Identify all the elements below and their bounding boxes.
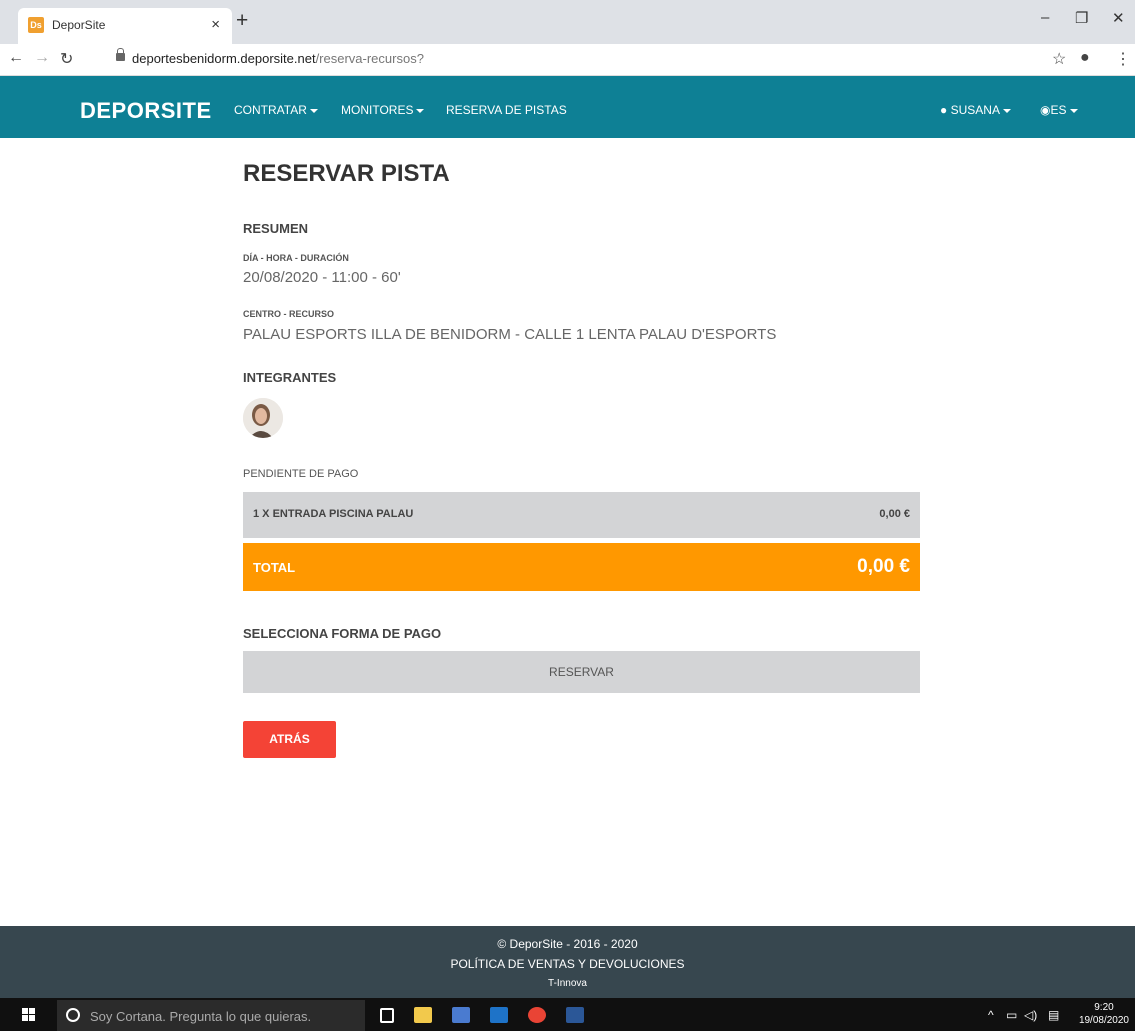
total-row: TOTAL 0,00 € xyxy=(243,543,920,591)
close-window-icon[interactable]: ✕ xyxy=(1112,9,1125,27)
network-icon[interactable]: ▭ xyxy=(1006,1008,1017,1022)
task-view-icon[interactable] xyxy=(380,1008,394,1023)
tab-title: DeporSite xyxy=(52,18,106,32)
line-item-label: 1 X ENTRADA PISCINA PALAU xyxy=(253,508,414,520)
chevron-down-icon xyxy=(309,108,318,113)
cortana-icon xyxy=(66,1008,80,1022)
tab-close-icon[interactable]: × xyxy=(211,16,220,33)
restore-icon[interactable]: ❐ xyxy=(1075,9,1088,27)
clock-date: 19/08/2020 xyxy=(1078,1015,1129,1026)
new-tab-icon[interactable]: + xyxy=(236,9,248,33)
windows-taskbar: Soy Cortana. Pregunta lo que quieras. ^ … xyxy=(0,998,1135,1031)
reservar-button[interactable]: RESERVAR xyxy=(243,651,920,693)
favicon-icon: Ds xyxy=(28,17,44,33)
member-photo-icon xyxy=(243,398,283,438)
user-icon: ● xyxy=(940,103,948,117)
chevron-down-icon xyxy=(1002,108,1011,113)
globe-icon: ◉ xyxy=(1040,103,1051,117)
back-arrow-icon[interactable]: ← xyxy=(8,49,24,67)
center-value: PALAU ESPORTS ILLA DE BENIDORM - CALLE 1… xyxy=(243,326,777,343)
outlook-icon[interactable] xyxy=(490,1007,508,1023)
profile-icon[interactable]: ● xyxy=(1080,49,1090,67)
chevron-down-icon xyxy=(416,108,425,113)
windows-start-icon[interactable] xyxy=(22,1008,36,1022)
system-clock[interactable]: 9:20 19/08/2020 xyxy=(1079,1001,1129,1027)
line-item-row: 1 X ENTRADA PISCINA PALAU 0,00 € xyxy=(243,492,920,538)
file-explorer-icon[interactable] xyxy=(414,1007,432,1023)
browser-tab[interactable]: Ds DeporSite × xyxy=(18,8,232,44)
bookmark-star-icon[interactable]: ☆ xyxy=(1052,49,1066,69)
notifications-icon[interactable]: ▤ xyxy=(1048,1008,1059,1022)
url-host: deportesbenidorm.deporsite.net xyxy=(132,51,316,66)
minimize-icon[interactable]: – xyxy=(1041,9,1049,26)
center-label: CENTRO - RECURSO xyxy=(243,309,335,319)
browser-tab-bar: Ds DeporSite × + – ❐ ✕ xyxy=(0,0,1135,44)
lock-icon xyxy=(116,48,125,61)
date-label: DÍA - HORA - DURACIÓN xyxy=(243,253,349,263)
total-amount: 0,00 € xyxy=(857,556,910,577)
nav-monitores-label: MONITORES xyxy=(341,103,414,117)
total-label: TOTAL xyxy=(253,560,296,575)
nav-contratar-label: CONTRATAR xyxy=(234,103,307,117)
resumen-heading: RESUMEN xyxy=(243,221,309,236)
menu-dots-icon[interactable]: ⋮ xyxy=(1115,49,1131,69)
cortana-search[interactable]: Soy Cortana. Pregunta lo que quieras. xyxy=(57,1000,365,1031)
volume-icon[interactable]: ◁) xyxy=(1024,1008,1037,1022)
word-icon[interactable] xyxy=(566,1007,584,1023)
tray-chevron-up-icon[interactable]: ^ xyxy=(988,1008,994,1022)
atras-button[interactable]: ATRÁS xyxy=(243,721,336,758)
members-heading: INTEGRANTES xyxy=(243,370,337,385)
chrome-icon[interactable] xyxy=(528,1007,546,1023)
reload-icon[interactable]: ↻ xyxy=(60,49,73,69)
page-title: RESERVAR PISTA xyxy=(243,160,450,187)
footer-copyright: © DeporSite - 2016 - 2020 xyxy=(497,937,638,951)
nav-contratar[interactable]: CONTRATAR xyxy=(234,103,318,117)
policy-link[interactable]: POLÍTICA DE VENTAS Y DEVOLUCIONES xyxy=(0,957,1135,971)
user-name: SUSANA xyxy=(950,103,1000,117)
language-code: ES xyxy=(1050,103,1067,117)
network-app-icon[interactable] xyxy=(452,1007,470,1023)
url-field[interactable]: deportesbenidorm.deporsite.net/reserva-r… xyxy=(132,51,424,66)
clock-time: 9:20 xyxy=(1094,1002,1114,1013)
forward-arrow-icon[interactable]: → xyxy=(34,49,50,67)
url-path: /reserva-recursos? xyxy=(315,51,424,66)
line-item-amount: 0,00 € xyxy=(879,508,910,520)
pending-label: PENDIENTE DE PAGO xyxy=(243,468,359,480)
date-value: 20/08/2020 - 11:00 - 60' xyxy=(243,269,401,286)
avatar[interactable] xyxy=(243,398,283,438)
site-footer: © DeporSite - 2016 - 2020 POLÍTICA DE VE… xyxy=(0,926,1135,998)
address-bar: ← → ↻ deportesbenidorm.deporsite.net/res… xyxy=(0,44,1135,76)
site-navbar: DEPORSITE CONTRATAR MONITORES RESERVA DE… xyxy=(0,76,1135,138)
payment-heading: SELECCIONA FORMA DE PAGO xyxy=(243,626,442,641)
brand-logo[interactable]: DEPORSITE xyxy=(80,98,212,124)
user-menu[interactable]: ● SUSANA xyxy=(940,103,1011,117)
language-menu[interactable]: ◉ES xyxy=(1040,103,1078,117)
footer-company[interactable]: T-Innova xyxy=(0,978,1135,989)
nav-reserva-pistas[interactable]: RESERVA DE PISTAS xyxy=(446,103,567,117)
chevron-down-icon xyxy=(1069,108,1078,113)
nav-monitores[interactable]: MONITORES xyxy=(341,103,425,117)
cortana-placeholder: Soy Cortana. Pregunta lo que quieras. xyxy=(90,1009,312,1024)
